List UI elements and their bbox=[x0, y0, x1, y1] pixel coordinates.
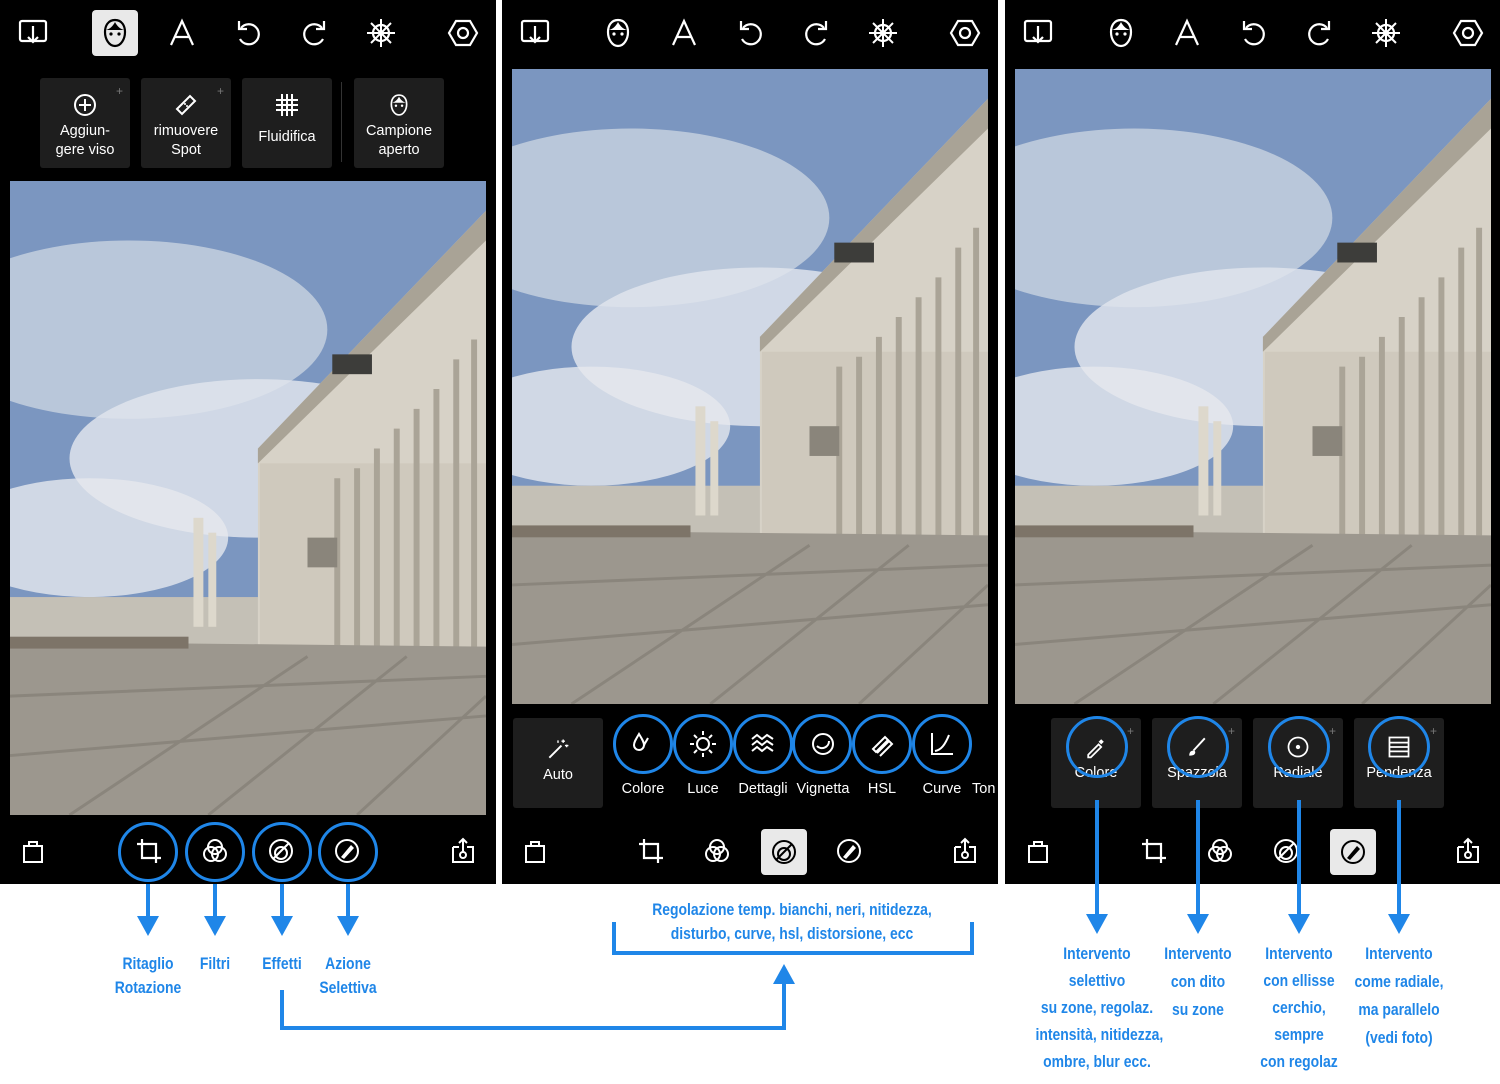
share-icon[interactable] bbox=[1453, 836, 1483, 866]
add-face-icon bbox=[72, 92, 98, 118]
add-face-tool[interactable]: + Aggiun- gere viso bbox=[40, 78, 130, 168]
plus-icon: + bbox=[115, 84, 123, 98]
bag-icon[interactable] bbox=[18, 836, 48, 866]
effects-icon bbox=[769, 837, 799, 867]
screen-retouch: + Aggiun- gere viso + rimuovere Spot Flu… bbox=[0, 0, 496, 884]
photo-image bbox=[1015, 69, 1491, 704]
radial-annotation: Intervento con ellisse cerchio, sempre con r… bbox=[1260, 944, 1338, 1071]
text-icon[interactable] bbox=[165, 16, 199, 50]
settings-icon[interactable] bbox=[1451, 16, 1485, 50]
divider bbox=[341, 82, 342, 162]
spot-removal-tool[interactable]: + rimuovere Spot bbox=[141, 78, 231, 168]
photo-canvas[interactable] bbox=[512, 69, 988, 704]
filters-icon[interactable] bbox=[702, 836, 732, 866]
tool-label: Aggiun- bbox=[60, 123, 110, 139]
share-icon[interactable] bbox=[448, 836, 478, 866]
auto-label: Auto bbox=[543, 767, 573, 783]
color-annotation: Intervento selettivo su zone, regolaz. inte… bbox=[1035, 944, 1164, 1071]
auto-button[interactable]: Auto bbox=[513, 718, 603, 808]
highlight-circle bbox=[613, 714, 673, 774]
adjust-color-label[interactable]: Colore bbox=[613, 781, 673, 797]
redo-icon[interactable] bbox=[800, 16, 834, 50]
grid-warp-icon bbox=[274, 92, 300, 118]
undo-icon[interactable] bbox=[231, 16, 265, 50]
bag-icon[interactable] bbox=[1023, 836, 1053, 866]
highlight-circle bbox=[912, 714, 972, 774]
text-icon[interactable] bbox=[667, 16, 701, 50]
plus-icon: + bbox=[1429, 724, 1437, 738]
wheel-icon[interactable] bbox=[866, 16, 900, 50]
magic-wand-icon bbox=[545, 736, 571, 762]
tool-label: aperto bbox=[378, 142, 420, 158]
adjust-hsl-label[interactable]: HSL bbox=[852, 781, 912, 797]
gradient-annotation: Intervento come radiale, ma parallelo (vedi… bbox=[1354, 944, 1444, 1047]
selective-icon[interactable] bbox=[834, 836, 864, 866]
import-icon[interactable] bbox=[518, 16, 552, 50]
import-icon[interactable] bbox=[16, 16, 50, 50]
wheel-icon[interactable] bbox=[364, 16, 398, 50]
adjust-curve-label[interactable]: Curve bbox=[912, 781, 972, 797]
effects-button-active[interactable] bbox=[761, 829, 807, 875]
redo-icon[interactable] bbox=[298, 16, 332, 50]
highlight-circle bbox=[792, 714, 852, 774]
redo-icon[interactable] bbox=[1303, 16, 1337, 50]
highlight-circle bbox=[118, 822, 178, 882]
wheel-icon[interactable] bbox=[1369, 16, 1403, 50]
highlight-circle bbox=[252, 822, 312, 882]
bandage-icon bbox=[173, 92, 199, 118]
highlight-circle bbox=[673, 714, 733, 774]
open-sample-tool[interactable]: Campione aperto bbox=[354, 78, 444, 168]
highlight-circle bbox=[1167, 716, 1229, 778]
highlight-circle bbox=[1368, 716, 1430, 778]
undo-icon[interactable] bbox=[1236, 16, 1270, 50]
highlight-circle bbox=[318, 822, 378, 882]
photo-image bbox=[512, 69, 988, 704]
adjust-detail-label[interactable]: Dettagli bbox=[732, 781, 794, 797]
tool-label: rimuovere bbox=[153, 123, 219, 139]
selective-icon bbox=[1338, 837, 1368, 867]
text-icon[interactable] bbox=[1170, 16, 1204, 50]
adjust-tone-label[interactable]: Ton bbox=[972, 781, 998, 797]
liquify-tool[interactable]: Fluidifica bbox=[242, 78, 332, 168]
adjust-light-label[interactable]: Luce bbox=[673, 781, 733, 797]
face-tool-icon[interactable] bbox=[92, 10, 138, 56]
tool-label: Campione bbox=[365, 123, 433, 139]
settings-icon[interactable] bbox=[446, 16, 480, 50]
undo-icon[interactable] bbox=[733, 16, 767, 50]
crop-icon[interactable] bbox=[636, 836, 666, 866]
crop-annotation: Ritaglio Rotazione bbox=[114, 954, 182, 997]
tool-label: Spot bbox=[171, 142, 201, 158]
plus-icon: + bbox=[1126, 724, 1134, 738]
filters-icon[interactable] bbox=[1205, 836, 1235, 866]
face-tool-icon[interactable] bbox=[601, 16, 635, 50]
photo-canvas[interactable] bbox=[10, 181, 486, 815]
highlight-circle bbox=[852, 714, 912, 774]
highlight-circle bbox=[185, 822, 245, 882]
tool-label: Fluidifica bbox=[258, 129, 316, 145]
highlight-circle bbox=[733, 714, 793, 774]
photo-canvas[interactable] bbox=[1015, 69, 1491, 704]
settings-icon[interactable] bbox=[948, 16, 982, 50]
effects-annotation: Effetti bbox=[262, 954, 302, 973]
plus-icon: + bbox=[1328, 724, 1336, 738]
selective-button-active[interactable] bbox=[1330, 829, 1376, 875]
adjust-annotation: Regolazione temp. bianchi, neri, nitidez… bbox=[652, 900, 932, 943]
crop-icon[interactable] bbox=[1139, 836, 1169, 866]
adjust-vignette-label[interactable]: Vignetta bbox=[792, 781, 854, 797]
face-icon bbox=[386, 92, 412, 118]
highlight-circle bbox=[1268, 716, 1330, 778]
filters-annotation: Filtri bbox=[199, 954, 231, 973]
plus-icon: + bbox=[1227, 724, 1235, 738]
plus-icon: + bbox=[216, 84, 224, 98]
photo-image bbox=[10, 181, 486, 815]
import-icon[interactable] bbox=[1021, 16, 1055, 50]
selective-annotation: Azione Selettiva bbox=[319, 954, 377, 997]
face-tool-icon[interactable] bbox=[1104, 16, 1138, 50]
highlight-circle bbox=[1066, 716, 1128, 778]
bag-icon[interactable] bbox=[520, 836, 550, 866]
share-icon[interactable] bbox=[950, 836, 980, 866]
effects-icon[interactable] bbox=[1271, 836, 1301, 866]
brush-annotation: Intervento con dito su zone bbox=[1164, 944, 1232, 1019]
tool-label: gere viso bbox=[55, 142, 115, 158]
